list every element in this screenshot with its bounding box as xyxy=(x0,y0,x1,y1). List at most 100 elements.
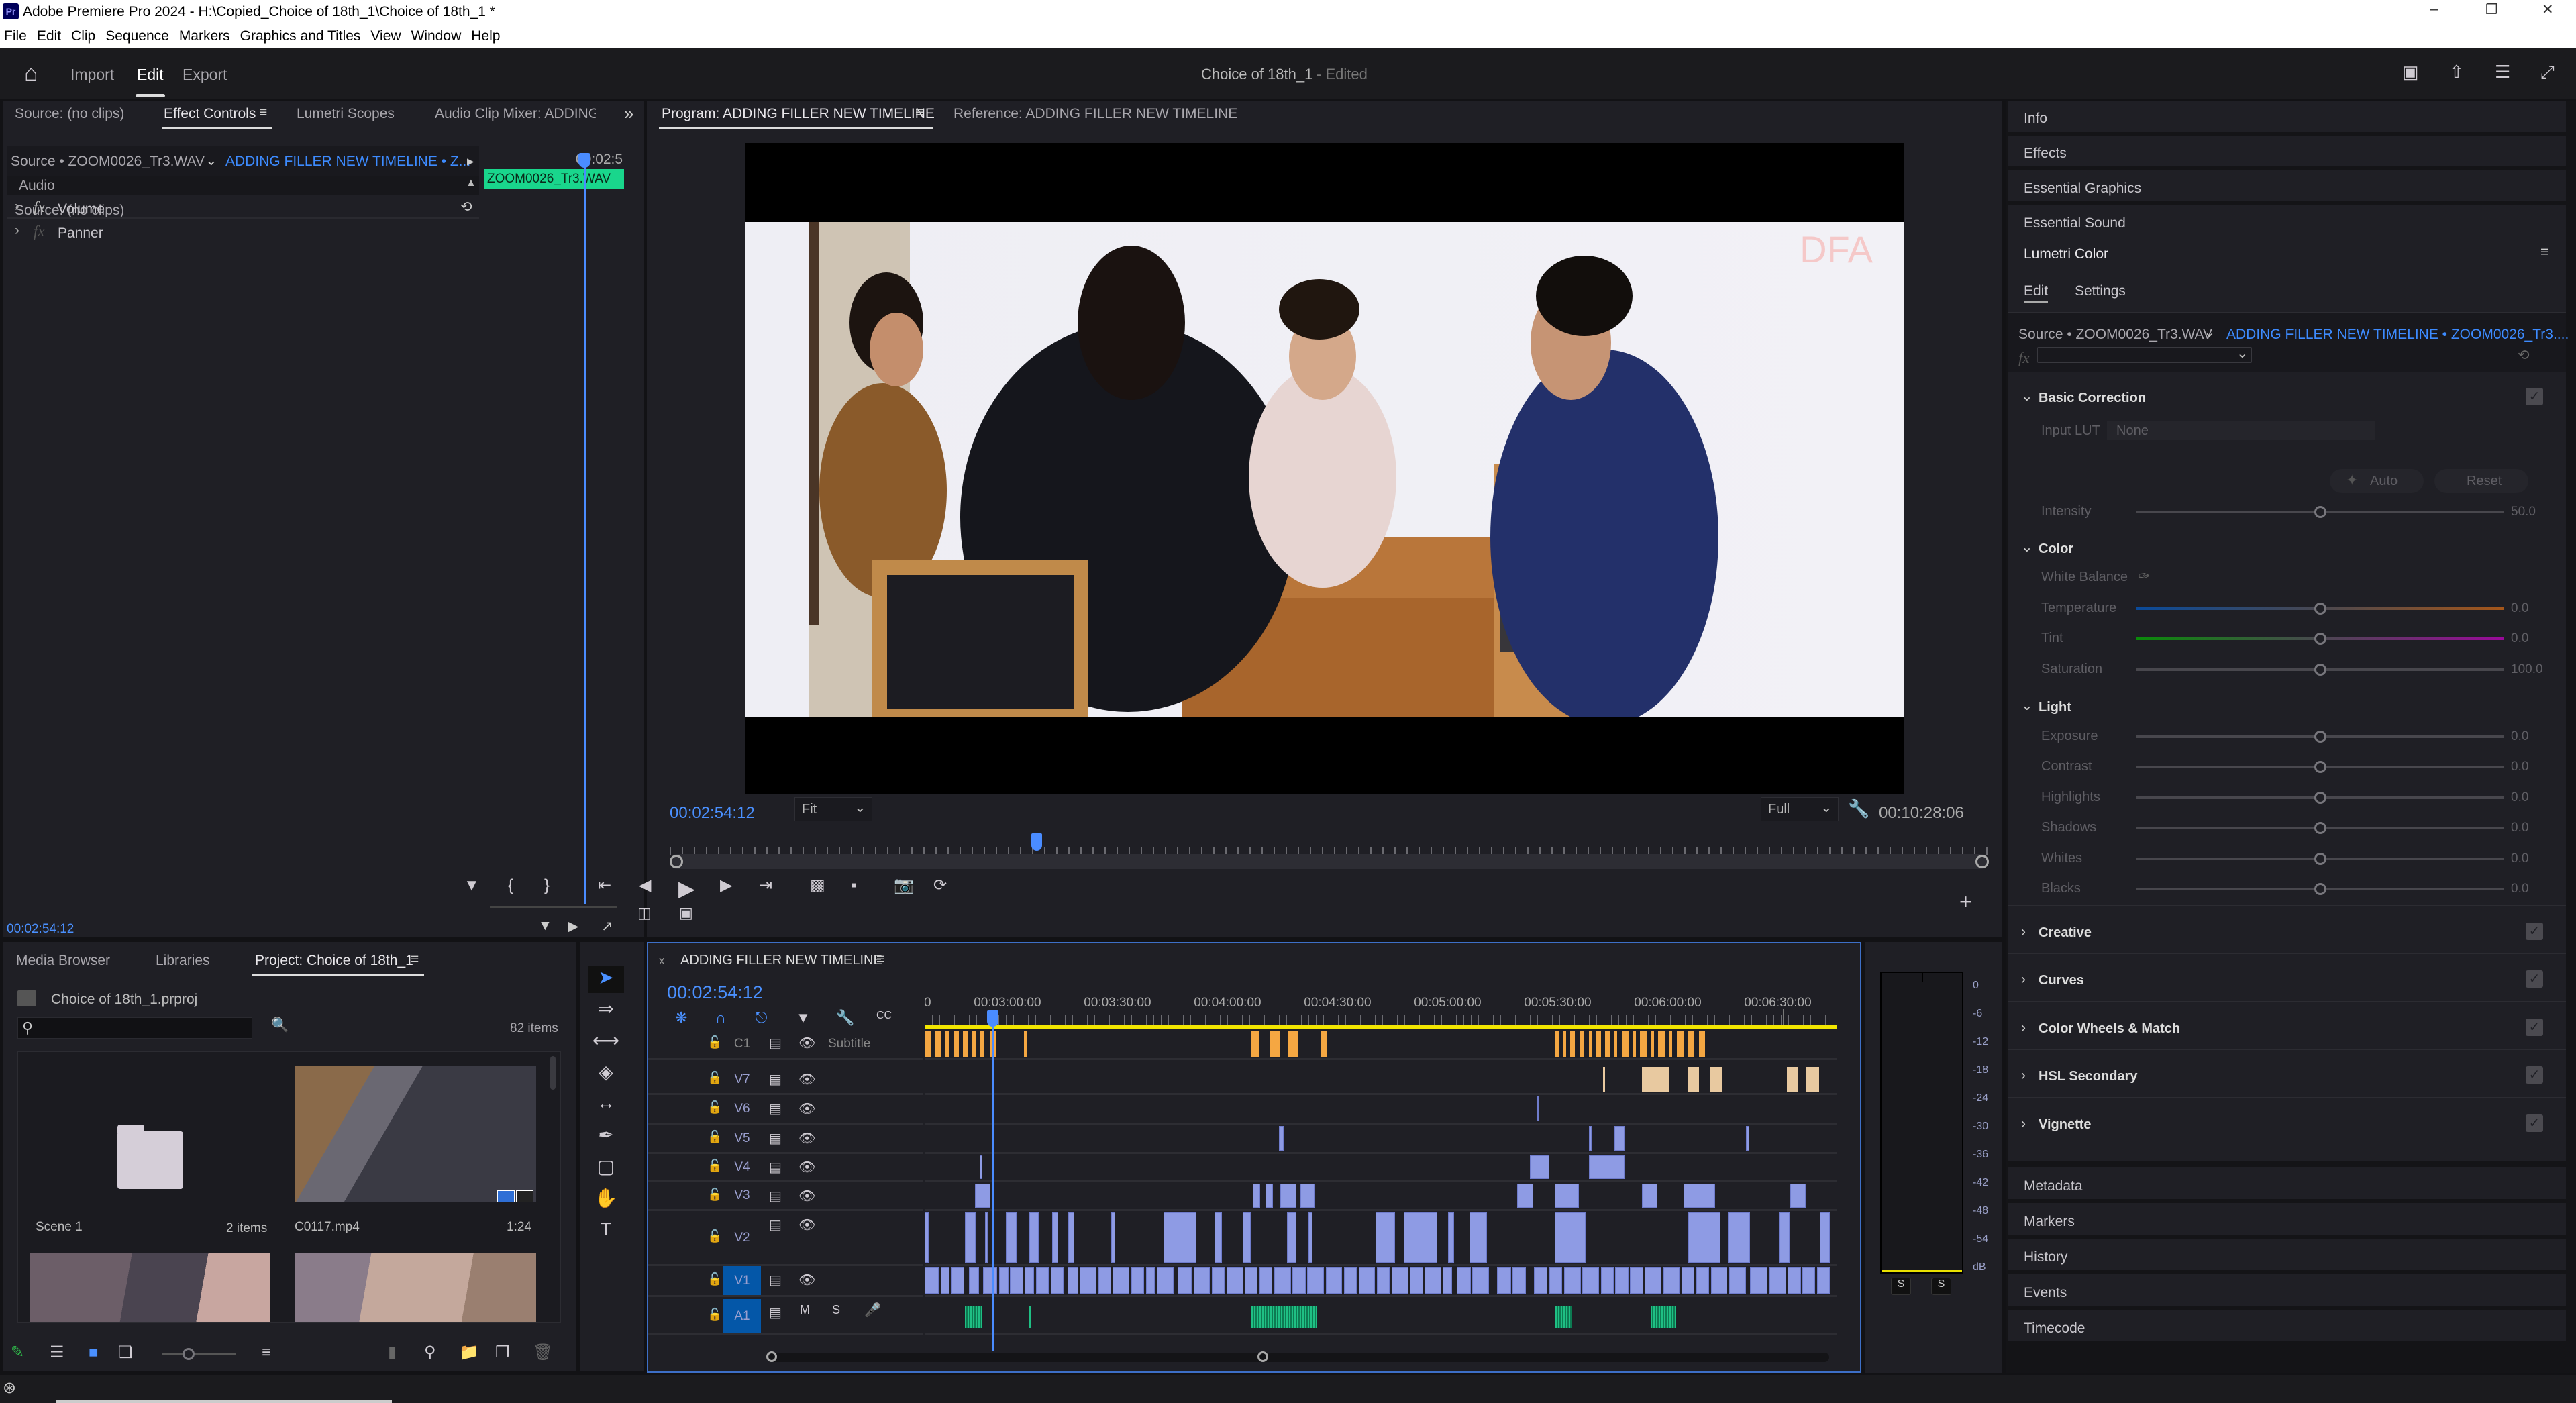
slider-track[interactable] xyxy=(2136,633,2504,645)
linked-selection-icon[interactable]: ⎋ xyxy=(756,1010,767,1025)
track-label[interactable]: V3 xyxy=(723,1182,761,1209)
caption-clip[interactable] xyxy=(1688,1031,1695,1057)
play-triangle-icon[interactable]: ▸ xyxy=(467,153,474,170)
chevron-down-icon[interactable]: ⌄ xyxy=(205,152,217,169)
track-lane-v6[interactable] xyxy=(925,1095,1837,1125)
caption-clip[interactable] xyxy=(945,1031,950,1057)
video-clip[interactable] xyxy=(1469,1212,1488,1263)
solo-left-button[interactable]: S xyxy=(1891,1278,1911,1295)
track-select-icon[interactable]: ⇒ xyxy=(588,998,624,1025)
slider-track[interactable] xyxy=(2136,883,2504,895)
lock-icon[interactable]: 🔓 xyxy=(707,1071,722,1085)
section-enable-checkbox[interactable]: ✓ xyxy=(2526,1114,2543,1132)
slider-value[interactable]: 0.0 xyxy=(2511,729,2528,744)
export-frame-icon[interactable]: 📷 xyxy=(894,878,914,894)
video-clip[interactable] xyxy=(1307,1267,1324,1294)
caption-clip[interactable] xyxy=(1563,1031,1566,1057)
toggle-output-eye-icon[interactable]: 👁 xyxy=(798,1100,815,1117)
reset-effect-icon[interactable]: ⟲ xyxy=(460,199,472,215)
slider-knob[interactable] xyxy=(2314,822,2326,834)
slider-track[interactable] xyxy=(2136,792,2504,804)
video-clip[interactable] xyxy=(1164,1212,1196,1263)
video-clip[interactable] xyxy=(1790,1184,1806,1208)
track-label[interactable]: V6 xyxy=(723,1095,761,1123)
video-clip[interactable] xyxy=(1006,1212,1017,1263)
solo-right-button[interactable]: S xyxy=(1931,1278,1951,1295)
video-clip[interactable] xyxy=(1516,1184,1533,1208)
tab-program[interactable]: Program: ADDING FILLER NEW TIMELINE xyxy=(662,106,935,122)
video-clip[interactable] xyxy=(1806,1067,1819,1092)
slider-track[interactable] xyxy=(2136,822,2504,834)
track-label[interactable]: V4 xyxy=(723,1154,761,1180)
track-lane-c1[interactable] xyxy=(925,1029,1837,1060)
video-clip[interactable] xyxy=(1729,1267,1746,1294)
automate-to-sequence-icon[interactable]: ▮ xyxy=(388,1345,397,1361)
section-enable-checkbox[interactable]: ✓ xyxy=(2526,1019,2543,1036)
zoom-dropdown[interactable]: Fit ⌄ xyxy=(794,797,872,821)
slider-knob[interactable] xyxy=(2314,883,2326,895)
fullscreen-icon[interactable]: ⤢ xyxy=(2540,63,2555,81)
video-clip[interactable] xyxy=(1010,1267,1023,1294)
menu-markers[interactable]: Markers xyxy=(179,28,230,44)
settings-wrench-icon[interactable]: 🔧 xyxy=(1848,798,1869,819)
new-bin-icon[interactable]: 📁 xyxy=(459,1345,479,1361)
caption-clip[interactable] xyxy=(1640,1031,1647,1057)
slider-knob[interactable] xyxy=(2314,506,2326,518)
clip-thumbnail[interactable] xyxy=(295,1253,536,1322)
caption-clip[interactable] xyxy=(1321,1031,1328,1057)
resolution-dropdown[interactable]: Full ⌄ xyxy=(1761,797,1839,821)
video-clip[interactable] xyxy=(1549,1267,1563,1294)
video-clip[interactable] xyxy=(1788,1267,1801,1294)
reset-button[interactable]: Reset xyxy=(2434,469,2528,493)
track-header-v7[interactable]: 🔓 V7 ▤ 👁 xyxy=(648,1066,923,1095)
input-lut-dropdown[interactable]: None xyxy=(2107,421,2375,440)
up-folder-icon[interactable] xyxy=(17,990,36,1006)
video-clip[interactable] xyxy=(1555,1212,1586,1263)
vignette-section[interactable]: › Vignette ✓ xyxy=(2008,1112,2566,1139)
caption-clip[interactable] xyxy=(1588,1031,1592,1057)
sort-icon[interactable]: ≡ xyxy=(262,1345,271,1361)
caption-clip[interactable] xyxy=(1023,1031,1027,1057)
video-clip[interactable] xyxy=(1113,1267,1130,1294)
caption-clip[interactable] xyxy=(1614,1031,1618,1057)
video-clip[interactable] xyxy=(1280,1184,1296,1208)
video-clip[interactable] xyxy=(1778,1212,1790,1263)
add-marker-icon[interactable]: ▼ xyxy=(796,1010,811,1025)
caption-clip[interactable] xyxy=(954,1031,959,1057)
playhead-handle[interactable] xyxy=(578,153,590,168)
video-clip[interactable] xyxy=(1600,1267,1614,1294)
minimize-button[interactable]: – xyxy=(2430,1,2438,17)
clip-thumbnail[interactable] xyxy=(30,1253,270,1322)
video-clip[interactable] xyxy=(1391,1267,1408,1294)
lock-icon[interactable]: 🔓 xyxy=(707,1159,722,1173)
chevron-down-icon[interactable]: ⌄ xyxy=(2204,324,2216,341)
curves-section[interactable]: › Curves ✓ xyxy=(2008,968,2566,994)
video-clip[interactable] xyxy=(1555,1184,1580,1208)
track-lane-v1[interactable] xyxy=(925,1266,1837,1297)
video-clip[interactable] xyxy=(1287,1212,1296,1263)
zoom-scrollbar[interactable] xyxy=(490,906,617,908)
tab-lumetri-scopes[interactable]: Lumetri Scopes xyxy=(297,106,395,122)
slider-knob[interactable] xyxy=(2314,603,2326,615)
add-button-icon[interactable]: + xyxy=(1959,891,1972,913)
caption-clip[interactable] xyxy=(1269,1031,1280,1057)
list-view-icon[interactable]: ☰ xyxy=(50,1345,64,1361)
video-clip[interactable] xyxy=(1496,1267,1511,1294)
timeline-playhead[interactable] xyxy=(991,1016,994,1351)
lock-icon[interactable]: 🔓 xyxy=(707,1035,722,1049)
program-time-ruler[interactable] xyxy=(670,832,1989,855)
video-clip[interactable] xyxy=(1448,1212,1454,1263)
track-label[interactable]: V5 xyxy=(723,1125,761,1152)
section-enable-checkbox[interactable]: ✓ xyxy=(2526,970,2543,988)
tab-project[interactable]: Project: Choice of 18th_1 xyxy=(255,953,413,969)
track-label[interactable]: C1 xyxy=(723,1029,761,1058)
track-label[interactable]: V1 xyxy=(723,1266,761,1295)
captions-icon[interactable]: CC xyxy=(876,1010,892,1021)
section-enable-checkbox[interactable]: ✓ xyxy=(2526,388,2543,405)
slider-value[interactable]: 0.0 xyxy=(2511,760,2528,774)
mark-out-icon[interactable]: } xyxy=(544,878,550,894)
video-clip[interactable] xyxy=(984,1212,988,1263)
video-clip[interactable] xyxy=(1530,1155,1550,1179)
toggle-output-eye-icon[interactable]: 👁 xyxy=(798,1071,815,1088)
video-clip[interactable] xyxy=(1266,1184,1274,1208)
